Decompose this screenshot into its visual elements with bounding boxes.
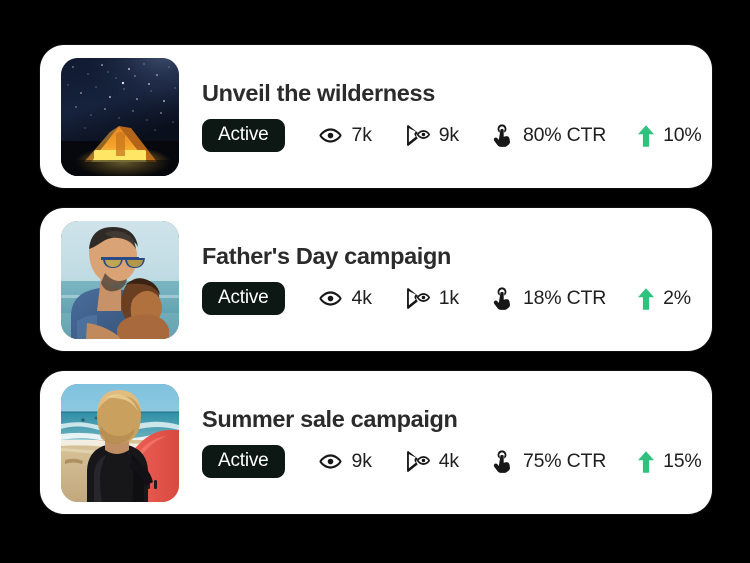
metric-views: 4k xyxy=(318,286,372,311)
eye-icon xyxy=(318,123,343,148)
cursor-eye-icon xyxy=(403,449,430,474)
metric-growth-value: 15% xyxy=(663,450,702,473)
metric-reach-value: 1k xyxy=(438,287,459,310)
metric-growth-value: 2% xyxy=(663,287,691,310)
metric-ctr: 75% CTR xyxy=(490,449,606,474)
metric-views: 7k xyxy=(318,123,372,148)
tap-hand-icon xyxy=(490,449,514,474)
metric-growth: 2% xyxy=(637,287,691,311)
campaign-card[interactable]: Father's Day campaign Active 4k 1k 18% C… xyxy=(40,208,712,351)
metric-reach-value: 9k xyxy=(438,124,459,147)
metric-ctr: 80% CTR xyxy=(490,123,606,148)
metric-views: 9k xyxy=(318,449,372,474)
status-badge[interactable]: Active xyxy=(202,282,285,316)
metric-ctr-value: 80% CTR xyxy=(522,124,607,147)
eye-icon xyxy=(318,449,343,474)
metric-growth: 10% xyxy=(637,124,702,148)
metric-growth-value: 10% xyxy=(663,124,702,147)
campaign-metrics: Active 9k 4k 75% CTR 15% xyxy=(202,445,702,479)
campaign-details: Summer sale campaign Active 9k 4k 75% CT… xyxy=(202,405,702,479)
tap-hand-icon xyxy=(490,286,514,311)
metric-reach: 1k xyxy=(403,286,459,311)
campaign-thumbnail-night-sky-tent xyxy=(61,57,179,176)
campaign-metrics: Active 7k 9k 80% CTR 10% xyxy=(202,119,702,153)
arrow-up-icon xyxy=(637,450,655,474)
metric-ctr-value: 75% CTR xyxy=(522,450,607,473)
campaign-metrics: Active 4k 1k 18% CTR 2% xyxy=(202,282,694,316)
metric-growth: 15% xyxy=(637,450,702,474)
metric-reach-value: 4k xyxy=(438,450,459,473)
cursor-eye-icon xyxy=(403,286,430,311)
campaign-details: Father's Day campaign Active 4k 1k 18% C… xyxy=(202,242,694,316)
campaign-title: Father's Day campaign xyxy=(202,242,451,269)
metric-views-value: 4k xyxy=(351,287,372,310)
campaign-title: Unveil the wilderness xyxy=(202,79,435,106)
campaign-card[interactable]: Unveil the wilderness Active 7k 9k 80% C… xyxy=(40,45,712,188)
campaign-details: Unveil the wilderness Active 7k 9k 80% C… xyxy=(202,79,702,153)
metric-ctr-value: 18% CTR xyxy=(522,287,607,310)
metric-views-value: 9k xyxy=(351,450,372,473)
metric-ctr: 18% CTR xyxy=(490,286,606,311)
arrow-up-icon xyxy=(637,124,655,148)
arrow-up-icon xyxy=(637,287,655,311)
status-badge[interactable]: Active xyxy=(202,119,285,153)
campaign-thumbnail-surfer-with-surfboard xyxy=(61,383,179,502)
metric-views-value: 7k xyxy=(351,124,372,147)
campaign-thumbnail-father-and-son-beach xyxy=(61,220,179,339)
metric-reach: 4k xyxy=(403,449,459,474)
metric-reach: 9k xyxy=(403,123,459,148)
tap-hand-icon xyxy=(490,123,514,148)
campaign-title: Summer sale campaign xyxy=(202,405,458,432)
eye-icon xyxy=(318,286,343,311)
campaign-list: Unveil the wilderness Active 7k 9k 80% C… xyxy=(0,0,750,563)
cursor-eye-icon xyxy=(403,123,430,148)
campaign-card[interactable]: Summer sale campaign Active 9k 4k 75% CT… xyxy=(40,371,712,514)
status-badge[interactable]: Active xyxy=(202,445,285,479)
